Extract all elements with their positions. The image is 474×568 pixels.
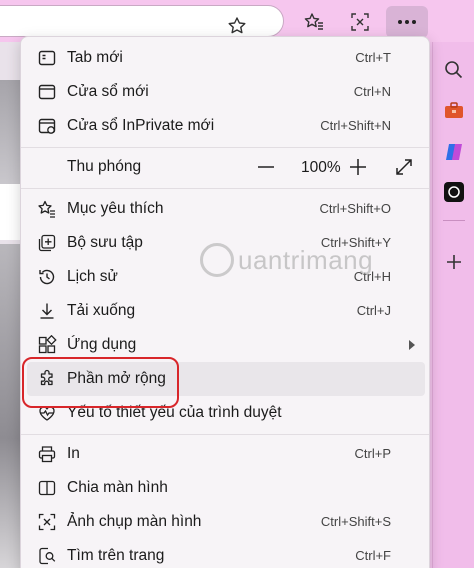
menu-item-shortcut: Ctrl+N xyxy=(353,84,391,99)
download-icon xyxy=(37,301,57,321)
copilot-icon[interactable] xyxy=(442,140,466,164)
menu-item-label: Cửa sổ InPrivate mới xyxy=(67,117,215,134)
menu-item-label: Thu phóng xyxy=(67,158,142,175)
menu-item-favorites[interactable]: Mục yêu thích Ctrl+Shift+O xyxy=(27,192,425,226)
menu-item-new-window[interactable]: Cửa sổ mới Ctrl+N xyxy=(27,75,425,109)
menu-item-label: Ảnh chụp màn hình xyxy=(67,513,202,530)
menu-item-label: Mục yêu thích xyxy=(67,200,164,217)
zoom-out-button[interactable] xyxy=(255,156,277,178)
zoom-level: 100% xyxy=(301,159,341,176)
screenshot-icon[interactable] xyxy=(346,8,374,36)
menu-item-shortcut: Ctrl+Shift+S xyxy=(320,514,391,529)
menu-item-shortcut: Ctrl+Shift+O xyxy=(319,201,391,216)
favorites-icon xyxy=(37,199,57,219)
window-icon xyxy=(37,82,57,102)
printer-icon xyxy=(37,444,57,464)
screenshot-icon xyxy=(37,512,57,532)
more-options-button[interactable] xyxy=(386,6,428,38)
menu-item-new-tab[interactable]: Tab mới Ctrl+T xyxy=(27,41,425,75)
watermark-text: uantrimang xyxy=(238,244,374,275)
menu-item-zoom: Thu phóng 100% xyxy=(27,150,425,184)
toolbox-icon[interactable] xyxy=(442,98,466,122)
inprivate-icon xyxy=(37,116,57,136)
menu-item-find-on-page[interactable]: Tìm trên trang Ctrl+F xyxy=(27,539,425,568)
menu-item-label: Tìm trên trang xyxy=(67,547,165,564)
sidebar-divider xyxy=(443,220,465,221)
edge-sidebar xyxy=(432,42,474,568)
watermark: uantrimang xyxy=(200,240,373,280)
zoom-in-button[interactable] xyxy=(347,156,369,178)
menu-item-label: Cửa sổ mới xyxy=(67,83,149,100)
star-icon[interactable] xyxy=(227,16,247,36)
menu-item-shortcut: Ctrl+P xyxy=(354,446,391,461)
menu-separator xyxy=(21,147,429,148)
menu-item-label: Tải xuống xyxy=(67,302,136,319)
menu-item-split-screen[interactable]: Chia màn hình xyxy=(27,471,425,505)
menu-item-label: Bộ sưu tập xyxy=(67,234,143,251)
page-image xyxy=(0,80,22,184)
menu-item-label: In xyxy=(67,445,80,462)
address-bar[interactable] xyxy=(0,5,284,37)
menu-separator xyxy=(21,188,429,189)
find-icon xyxy=(37,546,57,566)
menu-item-label: Tab mới xyxy=(67,49,123,66)
history-icon xyxy=(37,267,57,287)
menu-item-shortcut: Ctrl+T xyxy=(355,50,391,65)
new-tab-icon xyxy=(37,48,57,68)
menu-item-downloads[interactable]: Tải xuống Ctrl+J xyxy=(27,294,425,328)
menu-item-label: Lịch sử xyxy=(67,268,118,285)
menu-item-screenshot[interactable]: Ảnh chụp màn hình Ctrl+Shift+S xyxy=(27,505,425,539)
menu-item-shortcut: Ctrl+Shift+N xyxy=(320,118,391,133)
split-screen-icon xyxy=(37,478,57,498)
page-image xyxy=(0,184,22,240)
add-icon[interactable] xyxy=(442,250,466,274)
watermark-logo-icon xyxy=(200,243,234,277)
collections-icon xyxy=(37,233,57,253)
menu-item-shortcut: Ctrl+F xyxy=(355,548,391,563)
settings-and-more-menu: Tab mới Ctrl+T Cửa sổ mới Ctrl+N Cửa sổ … xyxy=(20,36,430,568)
page-image xyxy=(0,244,22,568)
search-icon[interactable] xyxy=(442,58,466,82)
chatgpt-icon[interactable] xyxy=(442,180,466,204)
menu-item-label: Chia màn hình xyxy=(67,479,168,496)
favorites-star-icon[interactable] xyxy=(300,8,328,36)
menu-item-new-inprivate-window[interactable]: Cửa sổ InPrivate mới Ctrl+Shift+N xyxy=(27,109,425,143)
menu-item-label: Ứng dụng xyxy=(67,336,137,353)
menu-item-shortcut: Ctrl+J xyxy=(356,303,391,318)
fullscreen-icon[interactable] xyxy=(393,156,415,178)
submenu-arrow-icon xyxy=(409,340,415,350)
apps-icon xyxy=(37,335,57,355)
highlight-annotation xyxy=(22,357,179,408)
menu-separator xyxy=(21,434,429,435)
menu-item-print[interactable]: In Ctrl+P xyxy=(27,437,425,471)
